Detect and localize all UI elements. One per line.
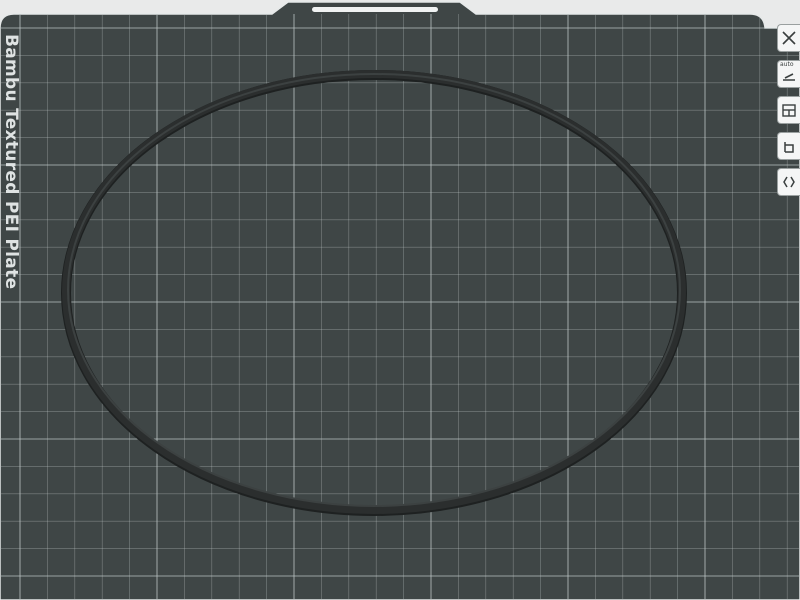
lock-icon — [784, 142, 794, 153]
auto-orient-button[interactable]: auto — [777, 60, 800, 88]
auto-orient-icon — [783, 73, 795, 81]
close-tool-button[interactable] — [777, 24, 800, 52]
plate-handle-slot — [312, 7, 438, 12]
arrange-button[interactable] — [777, 96, 800, 124]
plate-label: Bambu Textured PEI Plate — [1, 34, 21, 290]
lock-button[interactable] — [777, 132, 800, 160]
arrange-icon — [782, 104, 796, 117]
settings-button[interactable] — [777, 168, 800, 196]
3d-viewport[interactable]: Bambu Textured PEI Plate auto — [0, 0, 800, 600]
build-plate-scene[interactable] — [0, 0, 800, 600]
close-icon — [782, 31, 796, 45]
auto-label: auto — [780, 61, 794, 68]
viewport-toolbar: auto — [777, 24, 800, 204]
settings-icon — [783, 176, 795, 188]
